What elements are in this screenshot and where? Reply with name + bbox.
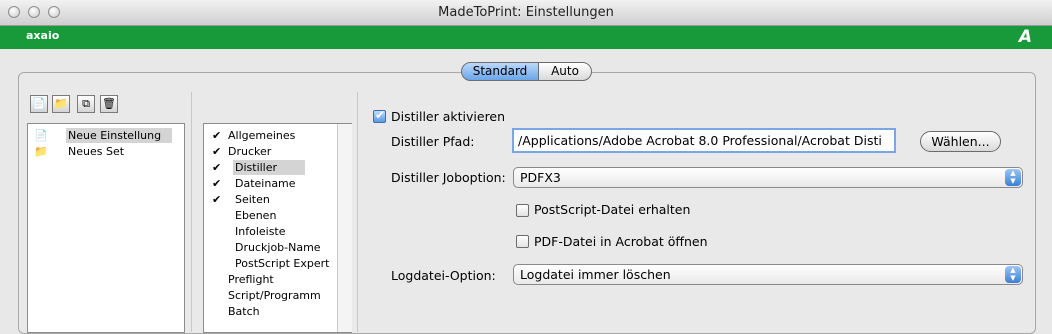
folder-icon: 📁 xyxy=(54,97,68,110)
logfile-option-select[interactable]: Logdatei immer löschen ▲ ▼ xyxy=(513,264,1023,285)
checkmark-icon: ✔ xyxy=(212,161,222,174)
category-item-drucker[interactable]: Drucker xyxy=(226,144,271,159)
brand-mark-icon: A xyxy=(1018,27,1032,47)
column-divider xyxy=(357,92,358,332)
logfile-option-label: Logdatei-Option: xyxy=(391,268,496,283)
joboption-value: PDFX3 xyxy=(520,170,561,185)
new-set-button[interactable]: 📁 xyxy=(52,95,70,113)
column-divider xyxy=(191,92,192,332)
logfile-option-value: Logdatei immer löschen xyxy=(520,267,671,282)
category-scrollbar[interactable] xyxy=(337,124,352,332)
category-item-seiten[interactable]: Seiten xyxy=(233,192,270,207)
duplicate-button[interactable]: ⧉ xyxy=(77,95,95,113)
open-pdf-label: PDF-Datei in Acrobat öffnen xyxy=(534,234,708,249)
brand-logo: axaio xyxy=(26,29,60,42)
category-item-distiller[interactable]: Distiller xyxy=(233,160,305,175)
category-item-infoleiste[interactable]: Infoleiste xyxy=(233,224,286,239)
window-title: MadeToPrint: Einstellungen xyxy=(438,5,614,20)
category-item-script-programm[interactable]: Script/Programm xyxy=(226,288,321,303)
list-item[interactable]: Neues Set xyxy=(66,144,124,159)
folder-icon: 📁 xyxy=(34,145,48,158)
category-item-ebenen[interactable]: Ebenen xyxy=(233,208,276,223)
new-document-icon: 📄 xyxy=(32,97,46,110)
open-pdf-checkbox[interactable] xyxy=(516,235,529,248)
brand-bar xyxy=(0,26,1052,49)
distiller-path-input[interactable]: /Applications/Adobe Acrobat 8.0 Professi… xyxy=(512,128,896,153)
delete-button[interactable]: 🗑 xyxy=(100,95,118,113)
distiller-activate-checkbox[interactable]: ✔ xyxy=(373,108,386,123)
list-item[interactable]: Neue Einstellung xyxy=(66,128,172,143)
joboption-label: Distiller Joboption: xyxy=(391,170,506,185)
checkmark-icon: ✔ xyxy=(375,108,386,122)
document-icon: 📄 xyxy=(34,129,48,142)
checkmark-icon: ✔ xyxy=(212,177,222,190)
settings-list[interactable]: 📄 Neue Einstellung 📁 Neues Set xyxy=(27,123,185,333)
checkmark-icon: ✔ xyxy=(212,193,222,206)
list-item-icon: 📁 xyxy=(34,144,48,159)
new-setting-button[interactable]: 📄 xyxy=(30,95,48,113)
chevron-updown-icon: ▲ ▼ xyxy=(1005,169,1021,186)
choose-path-button[interactable]: Wählen... xyxy=(920,131,1001,152)
list-item-icon: 📄 xyxy=(34,128,48,143)
category-item-druckjob-name[interactable]: Druckjob-Name xyxy=(233,240,321,255)
category-item-dateiname[interactable]: Dateiname xyxy=(233,176,296,191)
joboption-select[interactable]: PDFX3 ▲ ▼ xyxy=(513,167,1023,188)
checkmark-icon: ✔ xyxy=(212,145,222,158)
checkmark-icon: ✔ xyxy=(212,129,222,142)
distiller-activate-label: Distiller aktivieren xyxy=(391,109,506,124)
keep-postscript-checkbox[interactable] xyxy=(516,204,529,217)
category-item-preflight[interactable]: Preflight xyxy=(226,272,274,287)
trash-icon: 🗑 xyxy=(102,97,116,110)
copy-icon: ⧉ xyxy=(82,97,90,110)
category-item-postscript-expert[interactable]: PostScript Expert xyxy=(233,256,329,271)
distiller-path-label: Distiller Pfad: xyxy=(391,134,475,149)
category-item-allgemeines[interactable]: Allgemeines xyxy=(226,128,295,143)
category-item-batch[interactable]: Batch xyxy=(226,304,260,319)
tab-standard[interactable]: Standard xyxy=(461,62,539,81)
keep-postscript-label: PostScript-Datei erhalten xyxy=(534,202,691,217)
chevron-updown-icon: ▲ ▼ xyxy=(1005,266,1021,283)
tab-auto[interactable]: Auto xyxy=(538,62,592,81)
